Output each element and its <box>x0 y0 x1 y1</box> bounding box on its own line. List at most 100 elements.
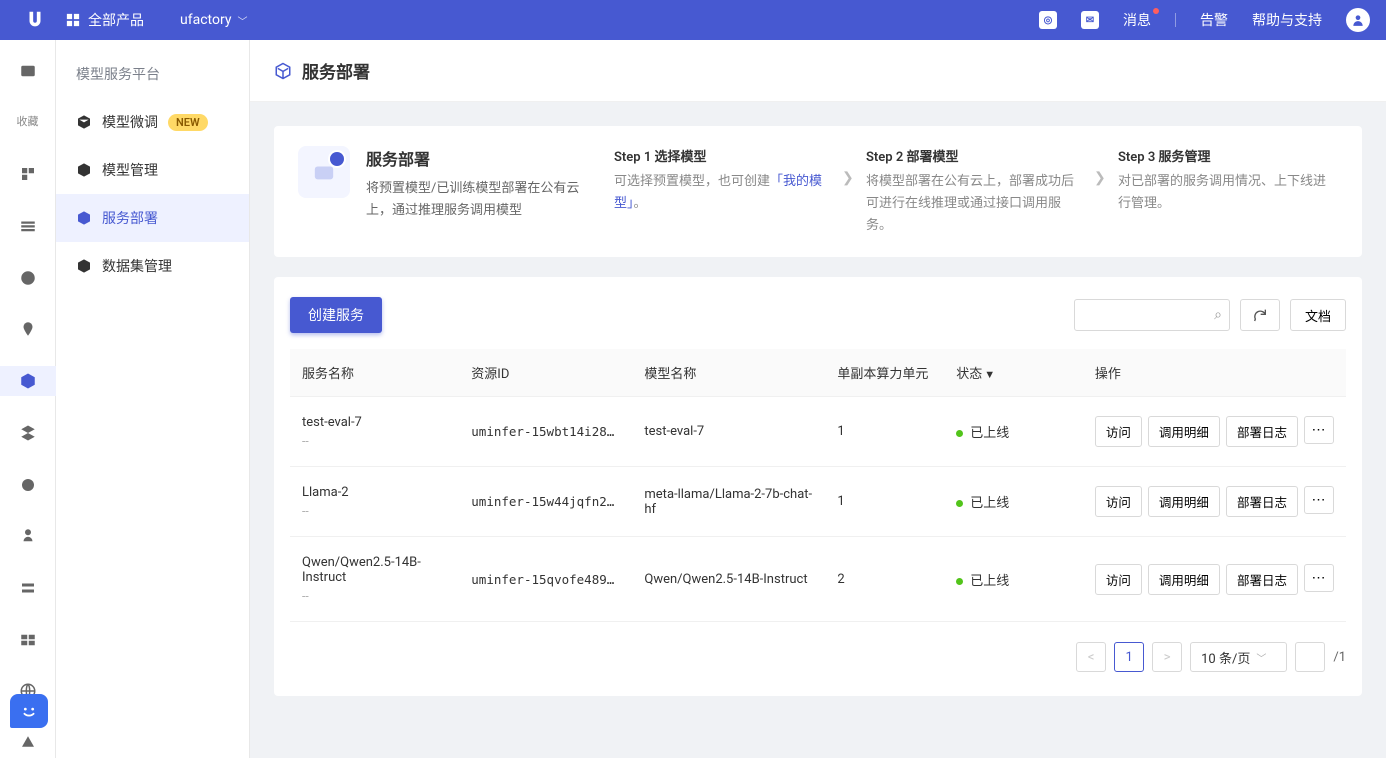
sidebar-item-model-mgmt[interactable]: 模型管理 <box>56 146 249 194</box>
logo[interactable] <box>16 9 54 31</box>
chevron-right-icon: ❯ <box>842 170 854 186</box>
all-products-label: 全部产品 <box>88 10 144 30</box>
step2-desc: 将模型部署在公有云上，部署成功后可进行在线推理或通过接口调用服务。 <box>866 171 1086 237</box>
chevron-down-icon: ﹀ <box>1256 650 1266 665</box>
more-button[interactable]: ⋯ <box>1304 564 1334 592</box>
grid-icon <box>66 13 80 27</box>
cube-icon <box>76 258 92 274</box>
resource-id: uminfer-15wbt14i28… <box>459 397 632 467</box>
logs-button[interactable]: 部署日志 <box>1226 486 1298 517</box>
workspace-selector[interactable]: ufactory ﹀ <box>180 12 247 28</box>
status-cell: 已上线 <box>944 537 1083 622</box>
rail-item-5[interactable] <box>0 315 56 345</box>
model-name: Qwen/Qwen2.5-14B-Instruct <box>632 537 825 622</box>
chevron-down-icon: ﹀ <box>237 13 247 28</box>
pager-size-select[interactable]: 10 条/页 ﹀ <box>1190 642 1287 672</box>
more-button[interactable]: ⋯ <box>1304 416 1334 444</box>
refresh-icon <box>1252 307 1268 323</box>
logs-button[interactable]: 部署日志 <box>1226 564 1298 595</box>
rail-item-4[interactable] <box>0 263 56 293</box>
rail-item-3[interactable] <box>0 211 56 241</box>
refresh-button[interactable] <box>1240 299 1280 331</box>
search-input[interactable] <box>1074 299 1230 331</box>
detail-button[interactable]: 调用明细 <box>1148 416 1220 447</box>
model-name: test-eval-7 <box>632 397 825 467</box>
rail-item-7[interactable] <box>0 470 56 500</box>
pager-page-1[interactable]: 1 <box>1114 642 1144 672</box>
rail-item-6[interactable] <box>0 418 56 448</box>
rail-item-cube[interactable] <box>0 366 56 396</box>
steps-card: 服务部署 将预置模型/已训练模型部署在公有云上，通过推理服务调用模型 Step … <box>274 126 1362 257</box>
rail-item-1[interactable] <box>0 56 56 86</box>
deploy-icon <box>298 146 350 198</box>
sidebar-section-title: 模型服务平台 <box>56 64 249 98</box>
th-rid: 资源ID <box>459 349 632 397</box>
visit-button[interactable]: 访问 <box>1095 564 1142 595</box>
rail-item-12[interactable] <box>0 728 56 758</box>
messages-link[interactable]: 消息 <box>1123 10 1151 30</box>
compute-unit: 2 <box>825 537 944 622</box>
svc-sub: -- <box>302 589 447 603</box>
step2-title: Step 2 部署模型 <box>866 146 1086 165</box>
rail-item-fav[interactable]: 收藏 <box>0 108 56 138</box>
table-card: 创建服务 ⌕ 文档 <box>274 277 1362 696</box>
all-products-menu[interactable]: 全部产品 <box>66 10 144 30</box>
svc-sub: -- <box>302 434 447 448</box>
cube-icon <box>274 62 292 80</box>
workspace-name: ufactory <box>180 12 231 28</box>
resource-id: uminfer-15qvofe489… <box>459 537 632 622</box>
th-name: 服务名称 <box>290 349 459 397</box>
rail-item-8[interactable] <box>0 521 56 551</box>
status-dot-icon <box>956 578 963 585</box>
create-service-button[interactable]: 创建服务 <box>290 297 382 333</box>
search-icon[interactable]: ⌕ <box>1214 307 1222 323</box>
svc-sub: -- <box>302 504 447 518</box>
filter-icon: ▼ <box>984 368 995 381</box>
visit-button[interactable]: 访问 <box>1095 486 1142 517</box>
table-row: test-eval-7--uminfer-15wbt14i28…test-eva… <box>290 397 1346 467</box>
sidebar-item-finetune[interactable]: 模型微调 NEW <box>56 98 249 146</box>
th-status[interactable]: 状态▼ <box>944 349 1083 397</box>
detail-button[interactable]: 调用明细 <box>1148 564 1220 595</box>
alerts-link[interactable]: 告警 <box>1200 10 1228 30</box>
pager-jump-input[interactable] <box>1295 642 1325 672</box>
rail-item-2[interactable] <box>0 159 56 189</box>
sidebar: 模型服务平台 模型微调 NEW 模型管理 服务部署 数据集管理 <box>56 40 250 758</box>
model-name: meta-llama/Llama-2-7b-chat-hf <box>632 467 825 537</box>
sidebar-item-deploy[interactable]: 服务部署 <box>56 194 249 242</box>
chevron-right-icon: ❯ <box>1094 170 1106 186</box>
more-button[interactable]: ⋯ <box>1304 486 1334 514</box>
pager-prev[interactable]: < <box>1076 642 1106 672</box>
rail-item-10[interactable] <box>0 625 56 655</box>
th-unit: 单副本算力单元 <box>825 349 944 397</box>
chat-bubble-icon[interactable] <box>10 694 48 728</box>
mail-icon[interactable]: ✉ <box>1081 11 1099 29</box>
search-box: ⌕ <box>1074 299 1230 331</box>
status-cell: 已上线 <box>944 397 1083 467</box>
table-row: Llama-2--uminfer-15w44jqfn2…meta-llama/L… <box>290 467 1346 537</box>
pager-next[interactable]: > <box>1152 642 1182 672</box>
sidebar-item-dataset[interactable]: 数据集管理 <box>56 242 249 290</box>
status-cell: 已上线 <box>944 467 1083 537</box>
help-link[interactable]: 帮助与支持 <box>1252 10 1322 30</box>
logs-button[interactable]: 部署日志 <box>1226 416 1298 447</box>
new-badge: NEW <box>168 114 208 131</box>
th-model: 模型名称 <box>632 349 825 397</box>
doc-button[interactable]: 文档 <box>1290 299 1346 331</box>
step3-desc: 对已部署的服务调用情况、上下线进行管理。 <box>1118 171 1338 215</box>
cube-icon <box>76 210 92 226</box>
visit-button[interactable]: 访问 <box>1095 416 1142 447</box>
detail-button[interactable]: 调用明细 <box>1148 486 1220 517</box>
avatar[interactable] <box>1346 8 1370 32</box>
table-row: Qwen/Qwen2.5-14B-Instruct -- uminfer-15qvo… <box>290 537 1346 622</box>
resource-id: uminfer-15w44jqfn2… <box>459 467 632 537</box>
icon-rail: 收藏 <box>0 40 56 758</box>
compute-unit: 1 <box>825 397 944 467</box>
status-dot-icon <box>956 430 963 437</box>
rail-item-9[interactable] <box>0 573 56 603</box>
search-icon[interactable]: ◎ <box>1039 11 1057 29</box>
steps-title: 服务部署 <box>366 146 582 170</box>
step1-desc: 可选择预置模型，也可创建「我的模型」。 <box>614 171 834 215</box>
step1-title: Step 1 选择模型 <box>614 146 834 165</box>
step3-title: Step 3 服务管理 <box>1118 146 1338 165</box>
